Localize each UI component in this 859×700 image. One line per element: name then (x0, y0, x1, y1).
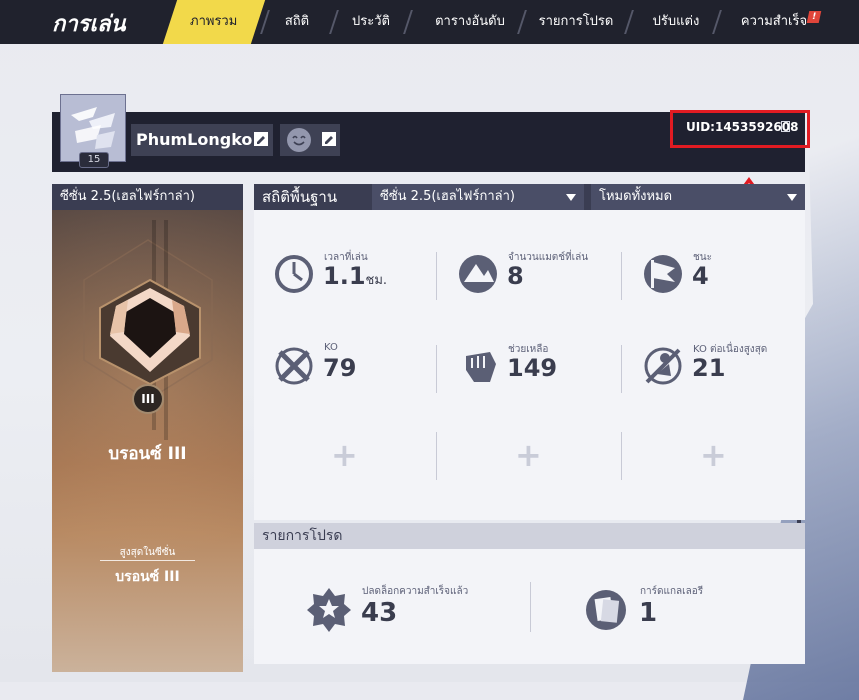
stat-assists: ช่วยเหลือ 149 (456, 342, 616, 392)
stat-ko: KO 79 (272, 342, 432, 392)
streak-icon (644, 347, 682, 385)
mountain-icon (459, 255, 497, 293)
tab-divider (624, 10, 634, 34)
stat-divider (436, 345, 437, 393)
rank-season-header: ซีซั่น 2.5(เฮลไฟร์กาล่า) (52, 184, 243, 210)
fist-icon (466, 352, 496, 382)
tab-favorites[interactable]: รายการโปรด (530, 0, 622, 44)
add-stat-slot[interactable]: + (700, 436, 727, 474)
stat-ko-streak: KO ต่อเนื่องสูงสุด 21 (641, 342, 801, 392)
mode-dropdown-value: โหมดทั้งหมด (599, 189, 673, 204)
tab-overview[interactable]: ภาพรวม (162, 0, 266, 44)
season-dropdown-value: ซีซั่น 2.5(เฮลไฟร์กาล่า) (380, 189, 515, 204)
highlight-box (670, 110, 810, 148)
stat-divider (621, 252, 622, 300)
section-title: การเล่น (52, 12, 126, 37)
notification-badge: ! (806, 11, 822, 23)
rank-highest-value: บรอนซ์ III (115, 569, 180, 585)
tab-divider (260, 10, 270, 34)
rank-tier-badge: III (132, 384, 164, 414)
edit-emote-icon[interactable] (322, 132, 336, 146)
playtime-unit: ชม. (365, 273, 388, 288)
tab-divider (403, 10, 413, 34)
rank-highest-label: สูงสุดในซีซั่น (119, 547, 176, 558)
achievements-unlocked: ปลดล็อกความสำเร็จแล้ว 43 (306, 586, 506, 636)
tab-customize[interactable]: ปรับแต่ง (640, 0, 712, 44)
tab-divider (329, 10, 339, 34)
favorites-header: รายการโปรด (254, 523, 805, 549)
rank-divider (100, 560, 195, 561)
tab-leaderboard[interactable]: ตารางอันดับ (418, 0, 522, 44)
add-stat-slot[interactable]: + (515, 436, 542, 474)
stat-divider (621, 432, 622, 480)
emote-icon[interactable] (287, 128, 311, 152)
star-burst-icon (307, 588, 351, 632)
rank-name: บรอนซ์ III (108, 444, 187, 464)
stats-title: สถิติพื้นฐาน (262, 188, 338, 206)
stat-wins: ชนะ 4 (641, 250, 801, 300)
top-nav: การเล่น ภาพรวม สถิติ ประวัติ ตารางอันดับ… (0, 0, 859, 44)
tab-divider (712, 10, 722, 34)
add-stat-slot[interactable]: + (331, 436, 358, 474)
stat-divider (436, 252, 437, 300)
rank-emblem-icon (99, 278, 201, 386)
clock-icon (275, 255, 313, 293)
chevron-down-icon (566, 194, 576, 201)
tab-history[interactable]: ประวัติ (340, 0, 402, 44)
season-dropdown[interactable]: ซีซั่น 2.5(เฮลไฟร์กาล่า) (372, 184, 584, 210)
stat-divider (621, 345, 622, 393)
playtime-value: 1.1 (323, 262, 366, 290)
stat-divider (436, 432, 437, 480)
stat-matches: จำนวนแมตช์ที่เล่น 8 (456, 250, 616, 300)
card-gallery-icon (586, 590, 626, 630)
favorites-divider (530, 582, 531, 632)
chevron-down-icon (787, 194, 797, 201)
tab-achievements[interactable]: ความสำเร็จ (732, 0, 816, 44)
tab-stats[interactable]: สถิติ (270, 0, 324, 44)
crossed-swords-icon (275, 347, 313, 385)
stat-playtime: เวลาที่เล่น 1.1ชม. (272, 250, 432, 300)
avatar-logo-icon (71, 107, 115, 149)
mode-dropdown[interactable]: โหมดทั้งหมด (591, 184, 805, 210)
level-badge: 15 (79, 152, 109, 168)
flag-icon (644, 255, 682, 293)
gallery-cards: การ์ดแกลเลอรี 1 (584, 586, 784, 636)
edit-name-icon[interactable] (254, 132, 268, 146)
username: PhumLongko (136, 130, 253, 149)
